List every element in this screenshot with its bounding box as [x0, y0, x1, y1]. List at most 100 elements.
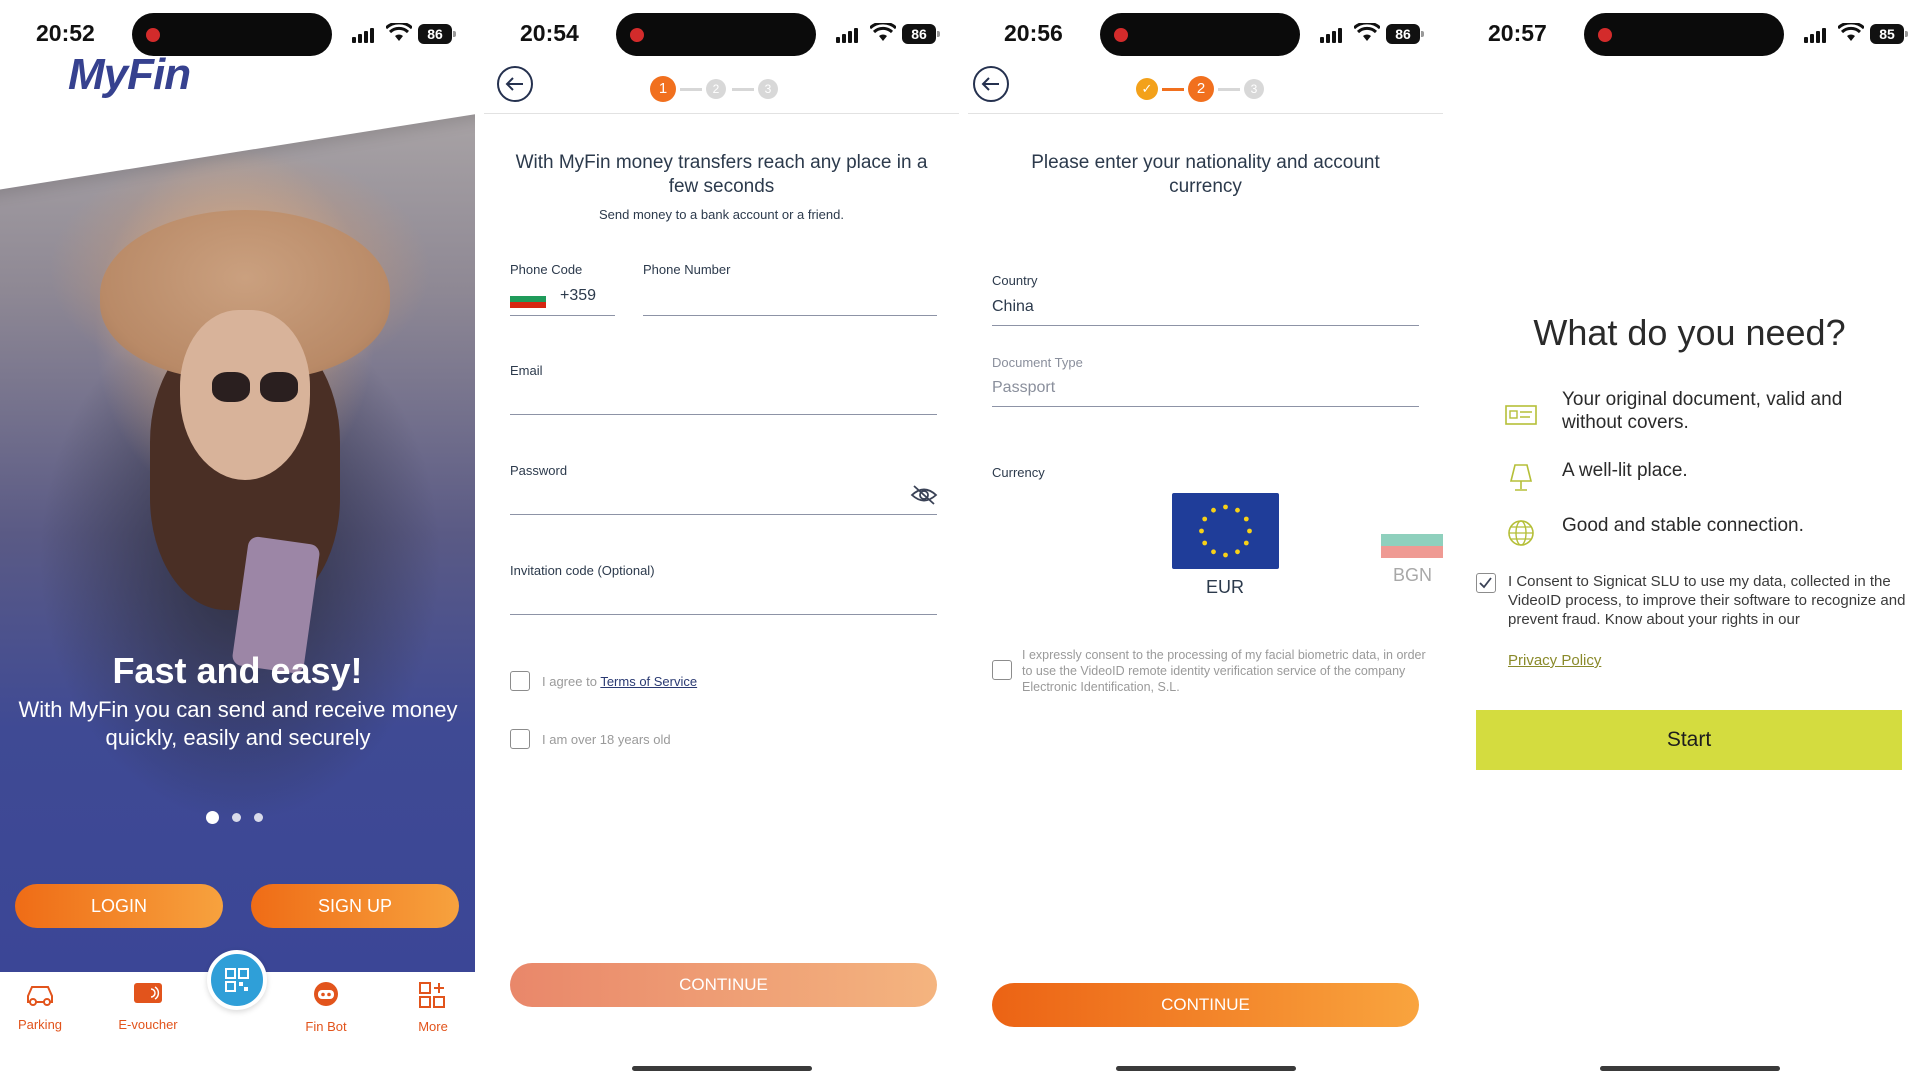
tab-label: More — [418, 1019, 448, 1034]
hero-subtitle: With MyFin you can send and receive mone… — [18, 697, 458, 750]
onboarding-screen: MyFin 20:52 86 Fast and easy! With MyFin… — [0, 0, 475, 1080]
tab-label: Parking — [17, 1017, 63, 1032]
wifi-icon — [1838, 23, 1864, 41]
bulgaria-flag-icon — [510, 290, 546, 308]
status-time: 20:52 — [36, 20, 95, 46]
wifi-icon — [386, 23, 412, 41]
eu-flag-icon[interactable] — [1172, 493, 1279, 569]
carousel-dot[interactable] — [232, 813, 241, 822]
carousel-dot-active[interactable] — [206, 811, 219, 824]
biometric-consent-text: I expressly consent to the processing of… — [1022, 648, 1426, 694]
checkmark-icon — [1479, 577, 1492, 589]
chatbot-icon — [314, 982, 338, 1006]
step-2: 2 — [706, 79, 726, 99]
document-type-label: Document Type — [992, 355, 1083, 370]
country-value[interactable]: China — [992, 298, 1034, 316]
progress-stepper: ✓ 2 3 — [1136, 76, 1276, 102]
status-time: 20:54 — [520, 20, 579, 46]
videoid-requirements-screen: 20:57 85 What do you need? Your original… — [1452, 0, 1920, 1080]
battery-indicator: 86 — [418, 24, 456, 44]
hero-title: Fast and easy! — [112, 650, 363, 691]
car-icon — [27, 986, 53, 1006]
recording-dot — [630, 28, 644, 42]
globe-icon — [1508, 520, 1534, 546]
qr-scan-button[interactable] — [207, 950, 267, 1010]
step-3: 3 — [1244, 79, 1264, 99]
invitation-code-label: Invitation code (Optional) — [510, 563, 655, 578]
status-time: 20:56 — [1004, 20, 1063, 46]
signal-icon — [1804, 25, 1832, 43]
voucher-icon — [134, 983, 162, 1003]
hero-sunglasses — [212, 372, 298, 402]
step-3: 3 — [758, 79, 778, 99]
age-checkbox[interactable] — [510, 729, 530, 749]
signicat-consent-checkbox[interactable] — [1476, 573, 1496, 593]
eye-off-icon[interactable] — [910, 484, 938, 506]
page-subheading: Send money to a bank account or a friend… — [599, 207, 844, 222]
dynamic-island — [616, 13, 816, 56]
password-input[interactable] — [510, 514, 937, 515]
step-connector — [732, 88, 754, 91]
signup-button[interactable]: SIGN UP — [251, 884, 459, 928]
home-indicator — [632, 1066, 812, 1071]
tab-fin-bot[interactable]: Fin Bot — [286, 980, 366, 1034]
currency-eur-label[interactable]: EUR — [1206, 577, 1244, 598]
carousel-dot[interactable] — [254, 813, 263, 822]
terms-checkbox[interactable] — [510, 671, 530, 691]
dynamic-island — [1100, 13, 1300, 56]
privacy-policy-link[interactable]: Privacy Policy — [1508, 652, 1601, 669]
requirement-text: Good and stable connection. — [1562, 515, 1804, 536]
tab-more[interactable]: More — [393, 980, 473, 1034]
tab-parking[interactable]: Parking — [0, 978, 80, 1032]
qr-code-icon — [225, 968, 249, 992]
page-heading: Please enter your nationality and accoun… — [1031, 152, 1380, 197]
battery-indicator: 86 — [1386, 24, 1424, 44]
status-bar: 20:54 86 — [484, 0, 959, 68]
bulgaria-flag-icon[interactable] — [1381, 522, 1443, 558]
currency-label: Currency — [992, 465, 1045, 480]
step-connector — [1218, 88, 1240, 91]
continue-button[interactable]: CONTINUE — [992, 983, 1419, 1027]
phone-code-value: +359 — [560, 287, 597, 304]
invitation-code-input[interactable] — [510, 614, 937, 615]
currency-bgn-label[interactable]: BGN — [1393, 565, 1432, 586]
back-arrow-icon[interactable] — [972, 65, 1010, 103]
step-connector — [680, 88, 702, 91]
tab-e-voucher[interactable]: E-voucher — [108, 978, 188, 1032]
password-label: Password — [510, 463, 568, 478]
biometric-consent-checkbox[interactable] — [992, 660, 1012, 680]
country-label: Country — [992, 273, 1038, 288]
email-label: Email — [510, 363, 543, 378]
email-input[interactable] — [510, 414, 937, 415]
grid-add-icon — [419, 982, 445, 1008]
step-connector — [1162, 88, 1184, 91]
terms-prefix: I agree to — [542, 674, 601, 689]
age-text: I am over 18 years old — [542, 732, 671, 747]
header-divider — [484, 113, 959, 114]
eu-stars-icon — [1199, 504, 1252, 558]
document-type-underline — [992, 406, 1419, 407]
carousel-dots[interactable] — [206, 809, 276, 827]
document-type-value[interactable]: Passport — [992, 379, 1055, 397]
signup-step1-screen: 20:54 86 1 2 3 With MyFin money transfer… — [484, 0, 959, 1080]
terms-of-service-link[interactable]: Terms of Service — [600, 674, 697, 689]
continue-button[interactable]: CONTINUE — [510, 963, 937, 1007]
phone-code-label: Phone Code — [510, 262, 583, 277]
battery-indicator: 85 — [1870, 24, 1908, 44]
status-time: 20:57 — [1488, 20, 1547, 46]
dynamic-island — [1584, 13, 1784, 56]
login-button[interactable]: LOGIN — [15, 884, 223, 928]
requirement-text: A well-lit place. — [1562, 460, 1688, 481]
lamp-icon — [1509, 464, 1533, 491]
dynamic-island — [132, 13, 332, 56]
back-arrow-icon[interactable] — [496, 65, 534, 103]
field-underline — [510, 315, 615, 316]
status-bar: 20:52 86 — [0, 0, 475, 68]
country-underline — [992, 325, 1419, 326]
signal-icon — [836, 25, 864, 43]
recording-dot — [1598, 28, 1612, 42]
phone-number-input[interactable] — [643, 315, 937, 316]
home-indicator — [1600, 1066, 1780, 1071]
status-bar: 20:56 86 — [968, 0, 1443, 68]
start-button[interactable]: Start — [1476, 710, 1902, 770]
